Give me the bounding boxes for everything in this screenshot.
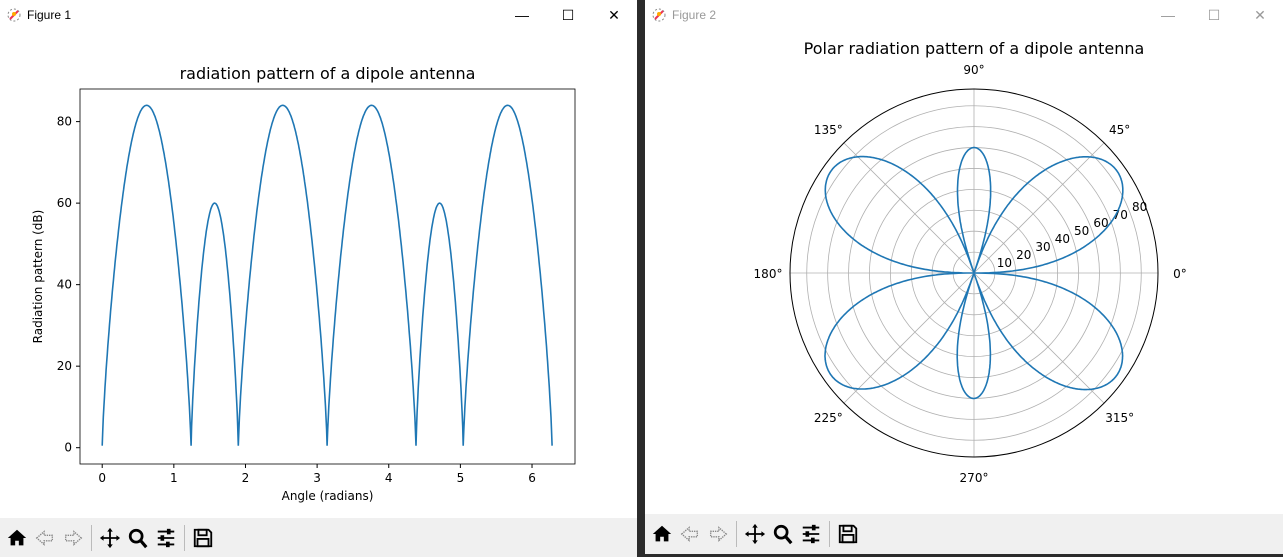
x-tick-label: 6 bbox=[528, 471, 536, 485]
configure-icon bbox=[157, 528, 175, 547]
angular-gridline bbox=[843, 142, 975, 274]
zoom-icon bbox=[128, 528, 148, 548]
axes-frame bbox=[79, 88, 576, 465]
matplotlib-icon bbox=[7, 8, 21, 22]
forward-icon bbox=[709, 526, 728, 542]
radial-tick-label: 50 bbox=[1074, 224, 1089, 238]
forward-button[interactable] bbox=[705, 521, 731, 547]
home-button[interactable] bbox=[4, 525, 30, 551]
y-tick-label: 40 bbox=[57, 278, 72, 292]
forward-icon bbox=[64, 529, 83, 546]
angular-gridline bbox=[973, 272, 1105, 404]
navigation-toolbar bbox=[0, 518, 637, 557]
angle-tick-label: 45° bbox=[1109, 123, 1130, 137]
angle-tick-label: 270° bbox=[960, 471, 989, 485]
pan-icon bbox=[744, 523, 766, 545]
pan-icon bbox=[99, 527, 121, 548]
zoom-button[interactable] bbox=[770, 521, 796, 547]
back-icon bbox=[35, 529, 54, 546]
home-button[interactable] bbox=[649, 521, 675, 547]
back-button[interactable] bbox=[677, 521, 703, 547]
toolbar-separator bbox=[736, 521, 737, 547]
figure-2-window: Figure 2 — ☐ ✕ Polar radiation pattern o… bbox=[645, 0, 1283, 554]
navigation-toolbar bbox=[645, 514, 1283, 554]
data-line bbox=[101, 104, 553, 446]
zoom-icon bbox=[773, 524, 793, 545]
close-button[interactable]: ✕ bbox=[1237, 0, 1283, 30]
pan-button[interactable] bbox=[97, 525, 123, 551]
y-axis-label: Radiation pattern (dB) bbox=[31, 210, 45, 344]
save-button[interactable] bbox=[190, 525, 216, 551]
x-tick-label: 0 bbox=[98, 471, 106, 485]
angle-tick-label: 225° bbox=[814, 411, 843, 425]
x-tick-label: 3 bbox=[313, 471, 321, 485]
zoom-button[interactable] bbox=[125, 525, 151, 551]
forward-button[interactable] bbox=[60, 525, 86, 551]
x-axis-label: Angle (radians) bbox=[282, 489, 374, 503]
toolbar-separator bbox=[829, 521, 830, 547]
radial-tick-label: 10 bbox=[997, 256, 1012, 270]
x-tick-label: 1 bbox=[170, 471, 178, 485]
matplotlib-icon bbox=[652, 8, 666, 22]
maximize-button[interactable]: ☐ bbox=[545, 0, 591, 30]
maximize-button[interactable]: ☐ bbox=[1191, 0, 1237, 30]
pan-button[interactable] bbox=[742, 521, 768, 547]
window-title: Figure 2 bbox=[672, 8, 717, 22]
radial-tick-label: 80 bbox=[1132, 200, 1147, 214]
toolbar-separator bbox=[91, 524, 92, 551]
chart-title: Polar radiation pattern of a dipole ante… bbox=[804, 39, 1145, 58]
title-bar: Figure 2 — ☐ ✕ bbox=[645, 0, 1283, 30]
save-icon bbox=[193, 528, 213, 547]
close-button[interactable]: ✕ bbox=[591, 0, 637, 30]
y-tick-label: 0 bbox=[64, 441, 72, 455]
toolbar-separator bbox=[184, 524, 185, 551]
angle-tick-label: 180° bbox=[754, 267, 783, 281]
x-tick-label: 4 bbox=[385, 471, 393, 485]
angular-gridline bbox=[843, 272, 975, 404]
x-tick-label: 5 bbox=[457, 471, 465, 485]
x-tick-label: 2 bbox=[242, 471, 250, 485]
configure-icon bbox=[802, 524, 820, 544]
home-icon bbox=[7, 529, 27, 545]
angle-tick-label: 0° bbox=[1173, 267, 1187, 281]
line-chart: radiation pattern of a dipole antenna 0 1 2… bbox=[31, 64, 576, 503]
angle-tick-label: 315° bbox=[1105, 411, 1134, 425]
y-tick-label: 80 bbox=[57, 115, 72, 129]
back-button[interactable] bbox=[32, 525, 58, 551]
minimize-button[interactable]: — bbox=[1145, 0, 1191, 30]
configure-button[interactable] bbox=[153, 525, 179, 551]
minimize-button[interactable]: — bbox=[499, 0, 545, 30]
angle-tick-label: 90° bbox=[963, 63, 984, 77]
save-button[interactable] bbox=[835, 521, 861, 547]
y-tick-label: 60 bbox=[57, 196, 72, 210]
save-icon bbox=[838, 524, 858, 544]
home-icon bbox=[652, 525, 672, 542]
configure-button[interactable] bbox=[798, 521, 824, 547]
window-title: Figure 1 bbox=[27, 8, 72, 22]
radial-tick-label: 30 bbox=[1035, 240, 1050, 254]
figure-1-window: Figure 1 — ☐ ✕ radiation pattern of a di… bbox=[0, 0, 637, 557]
back-icon bbox=[680, 526, 699, 542]
y-tick-label: 20 bbox=[57, 359, 72, 373]
chart-title: radiation pattern of a dipole antenna bbox=[180, 64, 476, 83]
radial-tick-label: 20 bbox=[1016, 248, 1031, 262]
polar-chart: Polar radiation pattern of a dipole ante… bbox=[754, 39, 1187, 485]
title-bar: Figure 1 — ☐ ✕ bbox=[0, 0, 637, 30]
angle-tick-label: 135° bbox=[814, 123, 843, 137]
radial-tick-label: 40 bbox=[1055, 232, 1070, 246]
